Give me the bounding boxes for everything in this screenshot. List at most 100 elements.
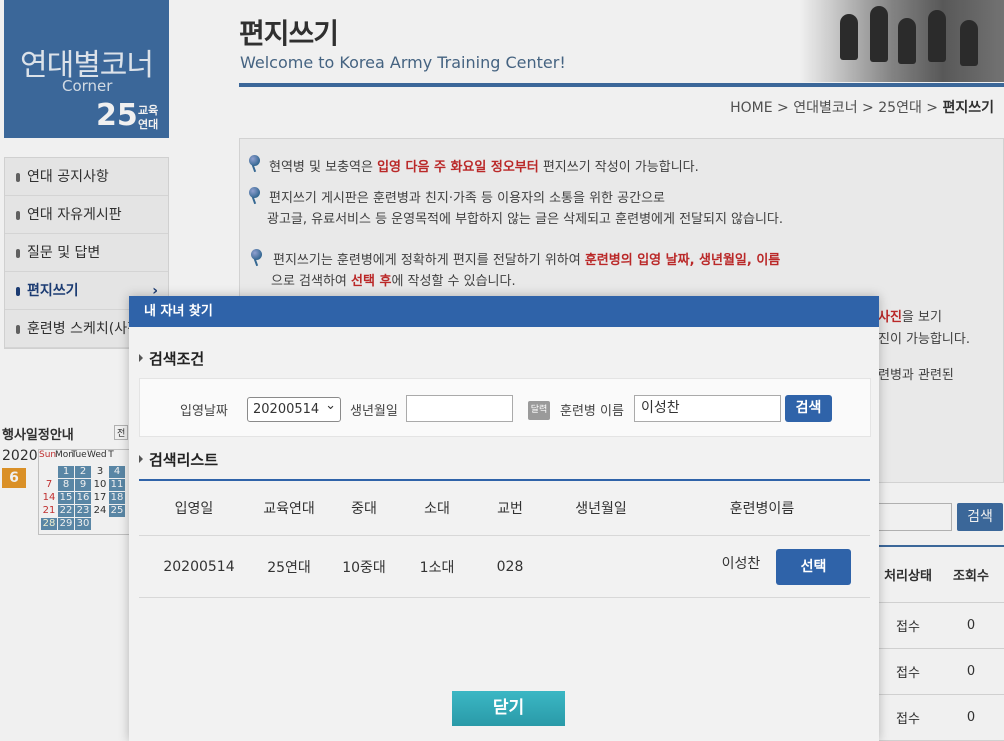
- table-row[interactable]: 접수 0: [878, 649, 1004, 695]
- status-cell: 접수: [896, 666, 920, 681]
- unit-label: 교육 연대: [138, 104, 159, 131]
- calendar-day-header: Sun: [39, 450, 57, 460]
- enlist-date-select[interactable]: 20200514: [247, 394, 341, 422]
- notice-line: 광고글, 유료서비스 등 운영목적에 부합하지 않는 글은 삭제되고 훈련병에게…: [267, 212, 784, 227]
- calendar-day-header: Mon: [55, 450, 74, 460]
- table-row[interactable]: 접수 0: [878, 603, 1004, 649]
- calendar-day: 10: [93, 479, 107, 490]
- number-cell: 028: [496, 558, 524, 575]
- calendar-day: 24: [93, 505, 107, 516]
- birthdate-input[interactable]: [406, 395, 513, 422]
- search-result-table: 입영일 교육연대 중대 소대 교번 생년월일 훈련병이름 20200514 25…: [139, 479, 870, 598]
- event-all-button[interactable]: 전: [114, 425, 129, 440]
- soldiers-banner-image: [800, 0, 1004, 82]
- calendar-day[interactable]: 1: [58, 466, 74, 478]
- column-header: 교육연대: [263, 501, 315, 517]
- calendar-day: [41, 466, 57, 478]
- calendar-day: [109, 518, 125, 530]
- calendar-day[interactable]: 9: [75, 479, 91, 491]
- column-header: 소대: [424, 501, 450, 517]
- trainee-name-input[interactable]: 이성찬: [634, 395, 781, 422]
- calendar-day[interactable]: 18: [109, 492, 125, 504]
- board-search-button[interactable]: 검색: [957, 503, 1003, 531]
- search-list-title: 검색리스트: [139, 449, 218, 470]
- table-row: 20200514 25연대 10중대 1소대 028 이성찬 선택: [139, 536, 870, 598]
- search-conditions-box: 입영날짜 20200514 생년월일 달력 훈련병 이름 이성찬 검색: [139, 378, 871, 437]
- column-header: 훈련병이름: [729, 501, 795, 517]
- pin-icon: [249, 155, 260, 166]
- pin-icon: [249, 187, 260, 198]
- close-button[interactable]: 닫기: [452, 691, 565, 726]
- enlist-date-label: 입영날짜: [180, 404, 228, 419]
- calendar-day[interactable]: 22: [58, 505, 74, 517]
- views-cell: 0: [966, 664, 976, 679]
- trainee-name-label: 훈련병 이름: [560, 404, 624, 419]
- notice-line: 사진을 보기: [878, 310, 942, 325]
- page-subtitle: Welcome to Korea Army Training Center!: [240, 53, 566, 72]
- calendar-day[interactable]: 16: [75, 492, 91, 504]
- calendar-day[interactable]: 25: [109, 505, 125, 517]
- calendar-year: 2020: [2, 448, 38, 464]
- table-row[interactable]: 접수 0: [878, 695, 1004, 741]
- pin-icon: [251, 249, 262, 260]
- calendar-day[interactable]: 8: [58, 479, 74, 491]
- unit-number: 25: [96, 98, 138, 133]
- calendar-day[interactable]: 4: [109, 466, 125, 478]
- column-header: 입영일: [174, 501, 214, 517]
- calendar-day: 3: [96, 466, 104, 477]
- select-button[interactable]: 선택: [776, 549, 851, 585]
- notice-line: 으로 검색하여 선택 후에 작성할 수 있습니다.: [271, 274, 516, 289]
- platoon-cell: 1소대: [419, 559, 455, 576]
- calendar-day-header: Tue: [71, 450, 87, 460]
- calendar-month: 6: [2, 468, 26, 488]
- calendar-day: 14: [42, 492, 56, 503]
- calendar-day-header: Wed: [87, 450, 107, 460]
- modal-title: 내 자녀 찾기: [129, 296, 879, 327]
- calendar-day[interactable]: 15: [58, 492, 74, 504]
- board-search-input[interactable]: [878, 503, 952, 531]
- breadcrumb: HOME > 연대별코너 > 25연대 > 편지쓰기: [730, 100, 994, 116]
- search-button[interactable]: 검색: [785, 395, 832, 422]
- calendar-day[interactable]: 2: [75, 466, 91, 478]
- notice-line: 편지쓰기 게시판은 훈련병과 친지·가족 등 이용자의 소통을 위한 공간으로: [269, 191, 665, 206]
- column-header: 생년월일: [575, 501, 627, 517]
- birthdate-cell: [561, 536, 641, 597]
- event-schedule-title: 행사일정안내: [2, 428, 74, 443]
- calendar-day[interactable]: 29: [58, 518, 74, 530]
- calendar-day: 17: [93, 492, 107, 503]
- table-header-row: 처리상태 조회수: [878, 547, 1004, 603]
- corner-subtitle: Corner: [62, 77, 113, 95]
- calendar-day-header: T: [108, 450, 114, 460]
- sidebar-item-notice[interactable]: 연대 공지사항: [5, 158, 168, 196]
- calendar-day: [92, 518, 108, 530]
- header-divider: [239, 83, 1004, 87]
- column-header: 교번: [497, 501, 523, 517]
- column-header: 조회수: [953, 569, 989, 584]
- calendar-icon[interactable]: 달력: [528, 401, 550, 420]
- calendar-day[interactable]: 30: [75, 518, 91, 530]
- breadcrumb-item[interactable]: 25연대: [878, 100, 922, 116]
- breadcrumb-item[interactable]: 연대별코너: [793, 100, 857, 116]
- regiment-cell: 25연대: [267, 559, 311, 576]
- breadcrumb-current: 편지쓰기: [942, 100, 994, 116]
- trainee-name-cell: 이성찬: [721, 556, 761, 572]
- calendar-day[interactable]: 23: [75, 505, 91, 517]
- views-cell: 0: [966, 618, 976, 633]
- status-cell: 접수: [896, 712, 920, 727]
- calendar-day: 7: [45, 479, 53, 490]
- status-cell: 접수: [896, 620, 920, 635]
- sidebar-item-qna[interactable]: 질문 및 답변: [5, 234, 168, 272]
- breadcrumb-home[interactable]: HOME: [730, 100, 772, 116]
- mini-calendar: Sun Mon Tue Wed T 1 2 3 4 7 8 9 10 11 14…: [38, 449, 130, 535]
- column-header: 처리상태: [884, 569, 932, 584]
- notice-line: 편지쓰기는 훈련병에게 정확하게 편지를 전달하기 위하여 훈련병의 입영 날짜…: [273, 253, 781, 268]
- corner-banner: 연대별코너 Corner 25 교육 연대: [4, 0, 169, 138]
- search-conditions-title: 검색조건: [139, 348, 204, 369]
- board-table: 처리상태 조회수 접수 0 접수 0 접수 0: [878, 545, 1004, 741]
- notice-line: 진이 가능합니다.: [878, 332, 970, 347]
- calendar-day[interactable]: 11: [109, 479, 125, 491]
- sidebar-item-free-board[interactable]: 연대 자유게시판: [5, 196, 168, 234]
- notice-line: 련병과 관련된: [878, 368, 954, 383]
- notice-line: 현역병 및 보충역은 입영 다음 주 화요일 정오부터 편지쓰기 작성이 가능합…: [269, 160, 699, 175]
- calendar-day[interactable]: 28: [41, 518, 57, 530]
